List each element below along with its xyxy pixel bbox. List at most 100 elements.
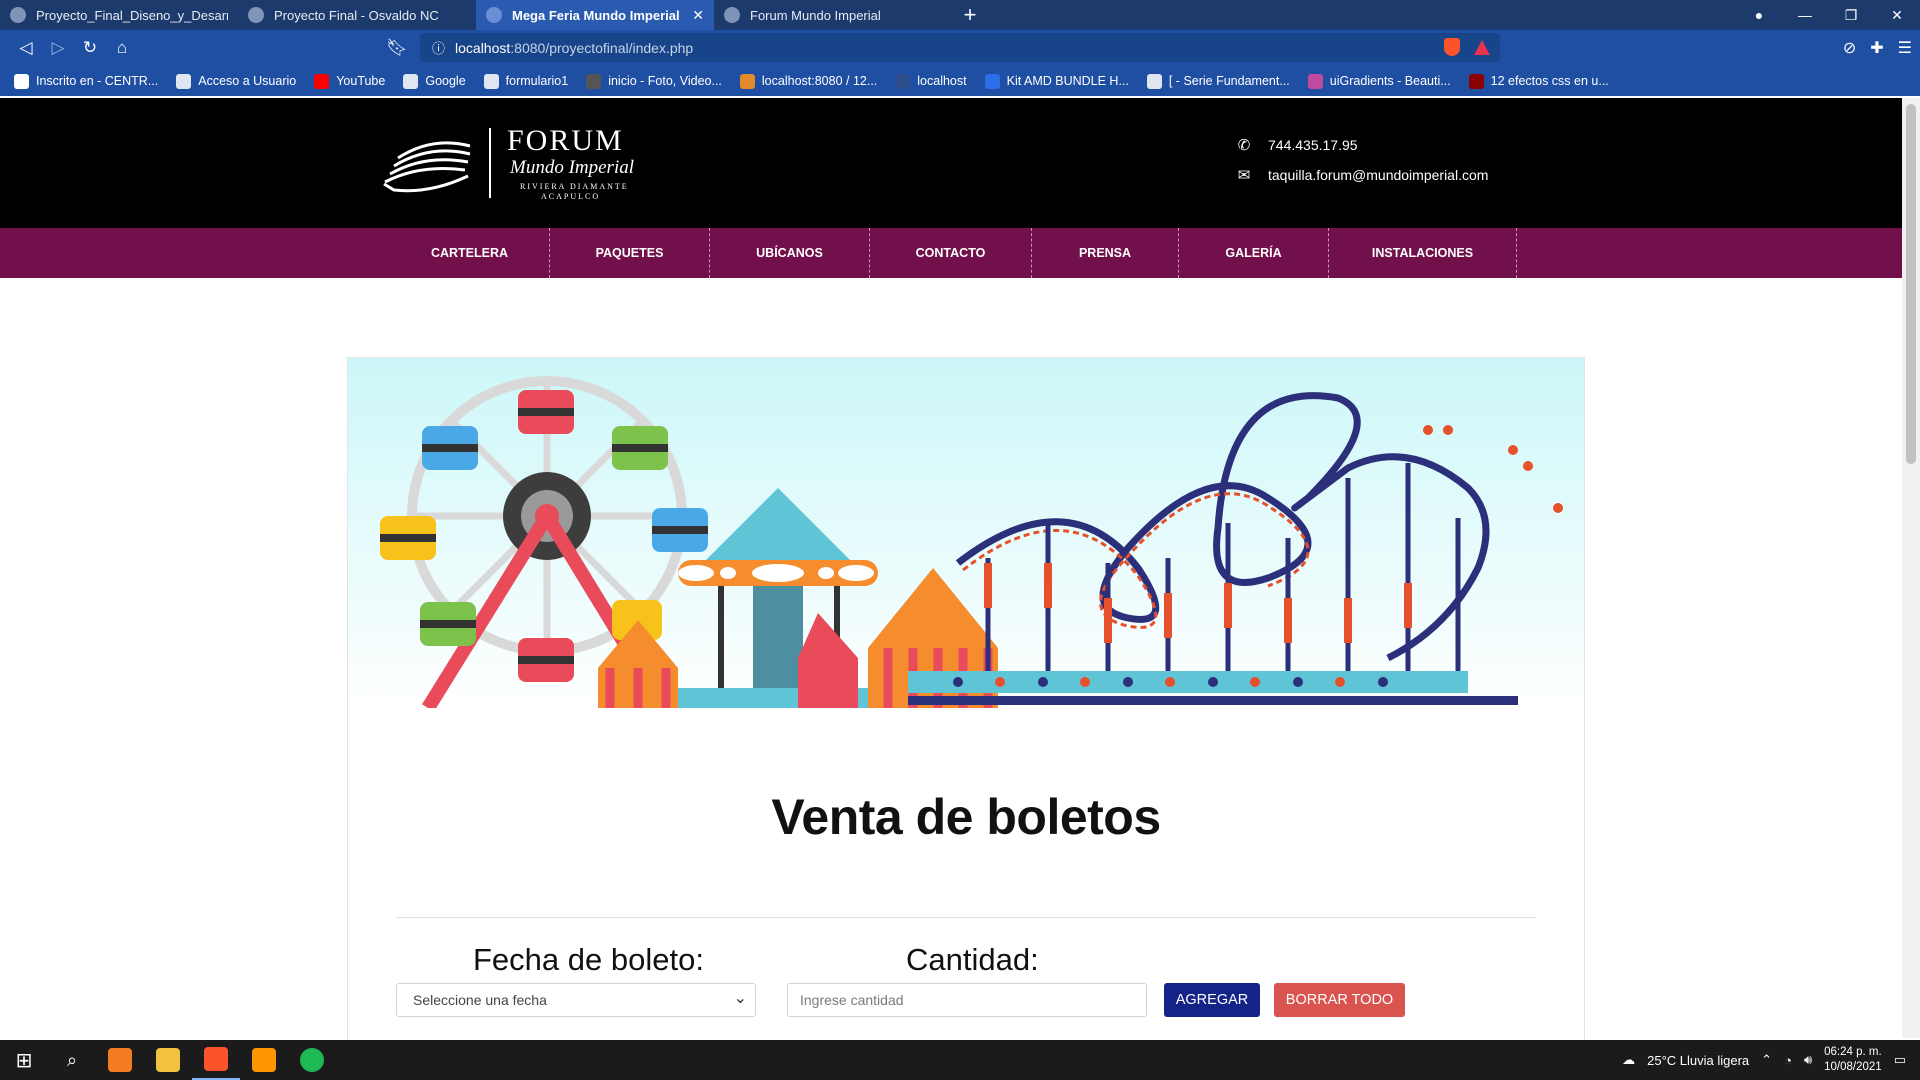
bookmark-label: 12 efectos css en u... bbox=[1490, 74, 1609, 88]
browser-tab[interactable]: Forum Mundo Imperial bbox=[714, 0, 952, 30]
volume-icon[interactable]: 🔊︎ bbox=[1804, 1052, 1812, 1068]
bookmark-label: Inscrito en - CENTR... bbox=[36, 74, 159, 88]
close-window-icon[interactable]: ✕ bbox=[1874, 0, 1920, 30]
address-bar[interactable]: ⓘ localhost:8080/proyectofinal/index.php bbox=[420, 33, 1500, 62]
bookmark-label: Kit AMD BUNDLE H... bbox=[1006, 74, 1129, 88]
minimize-icon[interactable]: — bbox=[1782, 0, 1828, 30]
back-icon[interactable]: ◁ bbox=[10, 32, 42, 64]
bookmarks-bar: Inscrito en - CENTR... Acceso a Usuario Yo… bbox=[0, 66, 1920, 96]
date-select[interactable]: Seleccione una fecha bbox=[396, 983, 756, 1017]
new-tab-button[interactable]: + bbox=[952, 0, 988, 30]
sublime-text-icon[interactable] bbox=[240, 1040, 288, 1080]
bookmark-item[interactable]: inicio - Foto, Video... bbox=[586, 73, 722, 89]
tab-favicon-icon bbox=[10, 7, 26, 23]
browser-tab-strip: Proyecto_Final_Diseno_y_Desarrollo_C Pro… bbox=[0, 0, 1920, 30]
bookmark-favicon-icon bbox=[1307, 73, 1323, 89]
bookmark-favicon-icon bbox=[176, 73, 192, 89]
url-path: :8080/proyectofinal/index.php bbox=[510, 39, 694, 56]
menu-item-paquetes[interactable]: PAQUETES bbox=[550, 228, 710, 278]
bookmark-favicon-icon bbox=[984, 73, 1000, 89]
home-icon[interactable]: ⌂ bbox=[106, 32, 138, 64]
email-address[interactable]: taquilla.forum@mundoimperial.com bbox=[1268, 167, 1488, 183]
spotify-icon[interactable] bbox=[288, 1040, 336, 1080]
window-controls: ● — ❐ ✕ bbox=[1736, 0, 1920, 30]
contact-info: ✆ 744.435.17.95 ✉ taquilla.forum@mundoim… bbox=[1234, 136, 1489, 196]
file-explorer-icon[interactable] bbox=[144, 1040, 192, 1080]
forward-icon[interactable]: ▷ bbox=[42, 32, 74, 64]
show-hidden-icons-icon[interactable]: ⌃ bbox=[1761, 1052, 1772, 1068]
weather-text[interactable]: 25°C Lluvia ligera bbox=[1647, 1053, 1749, 1068]
bookmark-favicon-icon bbox=[895, 73, 911, 89]
phone-number[interactable]: 744.435.17.95 bbox=[1268, 137, 1358, 153]
menu-item-contacto[interactable]: CONTACTO bbox=[870, 228, 1032, 278]
reload-icon[interactable]: ↻ bbox=[74, 32, 106, 64]
bookmark-item[interactable]: formulario1 bbox=[483, 73, 569, 89]
bookmark-item[interactable]: Kit AMD BUNDLE H... bbox=[984, 73, 1129, 89]
bookmark-item[interactable]: [ - Serie Fundament... bbox=[1146, 73, 1290, 89]
browser-tab[interactable]: Proyecto Final - Osvaldo NC bbox=[238, 0, 476, 30]
phone-icon: ✆ bbox=[1237, 137, 1251, 154]
ticket-card: Venta de boletos Fecha de boleto: Cantid… bbox=[347, 357, 1585, 1057]
bookmark-favicon-icon bbox=[314, 73, 330, 89]
logo-script: Mundo Imperial bbox=[510, 157, 635, 178]
brave-shield-icon[interactable] bbox=[1444, 38, 1460, 56]
bookmark-favicon-icon bbox=[1468, 73, 1484, 89]
notifications-icon[interactable]: ▭ bbox=[1894, 1052, 1906, 1068]
menu-item-galeria[interactable]: GALERÍA bbox=[1179, 228, 1329, 278]
tab-close-icon[interactable]: ✕ bbox=[692, 7, 704, 24]
page-title: Venta de boletos bbox=[771, 789, 1161, 845]
clear-all-button[interactable]: BORRAR TODO bbox=[1274, 983, 1405, 1017]
network-icon[interactable]: ◔ bbox=[1784, 1053, 1792, 1068]
logo-tagline-city: ACAPULCO bbox=[541, 192, 601, 201]
menu-item-cartelera[interactable]: CARTELERA bbox=[390, 228, 550, 278]
tab-title: Forum Mundo Imperial bbox=[750, 7, 881, 23]
weather-icon: ☁ bbox=[1622, 1052, 1636, 1067]
bookmark-item[interactable]: Inscrito en - CENTR... bbox=[14, 73, 159, 89]
logo-name: FORUM bbox=[507, 124, 624, 157]
browser-tab-active[interactable]: Mega Feria Mundo Imperial ✕ bbox=[476, 0, 714, 30]
browser-tab[interactable]: Proyecto_Final_Diseno_y_Desarrollo_C bbox=[0, 0, 238, 30]
brave-rewards-icon[interactable] bbox=[1474, 40, 1490, 55]
url-host: localhost bbox=[455, 39, 511, 56]
bookmark-label: [ - Serie Fundament... bbox=[1168, 74, 1290, 88]
maximize-icon[interactable]: ❐ bbox=[1828, 0, 1874, 30]
bookmark-favicon-icon bbox=[1146, 73, 1162, 89]
bookmark-item[interactable]: 12 efectos css en u... bbox=[1468, 73, 1609, 89]
menu-item-prensa[interactable]: PRENSA bbox=[1032, 228, 1179, 278]
bookmark-label: formulario1 bbox=[505, 74, 569, 88]
vpn-icon[interactable]: ⊘ bbox=[1843, 38, 1856, 58]
site-header: FORUM Mundo Imperial RIVIERA DIAMANTE AC… bbox=[0, 98, 1902, 228]
menu-item-instalaciones[interactable]: INSTALACIONES bbox=[1329, 228, 1517, 278]
clock-date: 10/08/2021 bbox=[1824, 1061, 1882, 1073]
quantity-input[interactable]: Ingrese cantidad bbox=[787, 983, 1147, 1017]
date-label: Fecha de boleto: bbox=[473, 942, 704, 977]
scrollbar-thumb[interactable] bbox=[1906, 104, 1916, 464]
clock-time: 06:24 p. m. bbox=[1824, 1046, 1882, 1058]
site-info-icon[interactable]: ⓘ bbox=[432, 38, 445, 57]
bookmark-item[interactable]: Acceso a Usuario bbox=[176, 73, 297, 89]
extensions-icon[interactable]: ✚ bbox=[1870, 38, 1883, 58]
menu-item-ubicanos[interactable]: UBÍCANOS bbox=[710, 228, 870, 278]
bookmark-label: Acceso a Usuario bbox=[198, 74, 297, 88]
windows-start-icon[interactable]: ⊞ bbox=[0, 1040, 48, 1080]
date-select-value: Seleccione una fecha bbox=[413, 992, 547, 1008]
profile-icon[interactable]: ● bbox=[1736, 0, 1782, 30]
forum-logo[interactable]: FORUM Mundo Imperial RIVIERA DIAMANTE AC… bbox=[380, 124, 640, 204]
page-scrollbar[interactable] bbox=[1902, 98, 1920, 1038]
brave-browser-icon[interactable] bbox=[192, 1040, 240, 1080]
clock[interactable]: 06:24 p. m. 10/08/2021 bbox=[1824, 1045, 1882, 1075]
bookmark-icon[interactable]: 🔖︎ bbox=[381, 32, 413, 64]
bookmark-label: YouTube bbox=[336, 74, 386, 88]
tab-favicon-icon bbox=[486, 7, 502, 23]
menu-icon[interactable]: ☰ bbox=[1898, 38, 1912, 58]
tab-title: Mega Feria Mundo Imperial bbox=[512, 7, 680, 23]
xampp-app-icon[interactable] bbox=[96, 1040, 144, 1080]
bookmark-item[interactable]: Google bbox=[403, 73, 466, 89]
search-icon[interactable]: ⌕ bbox=[48, 1040, 96, 1080]
bookmark-item[interactable]: localhost bbox=[895, 73, 967, 89]
bookmark-item[interactable]: YouTube bbox=[314, 73, 386, 89]
bookmark-favicon-icon bbox=[403, 73, 419, 89]
bookmark-item[interactable]: localhost:8080 / 12... bbox=[739, 73, 877, 89]
bookmark-item[interactable]: uiGradients - Beauti... bbox=[1307, 73, 1451, 89]
add-button[interactable]: AGREGAR bbox=[1164, 983, 1260, 1017]
